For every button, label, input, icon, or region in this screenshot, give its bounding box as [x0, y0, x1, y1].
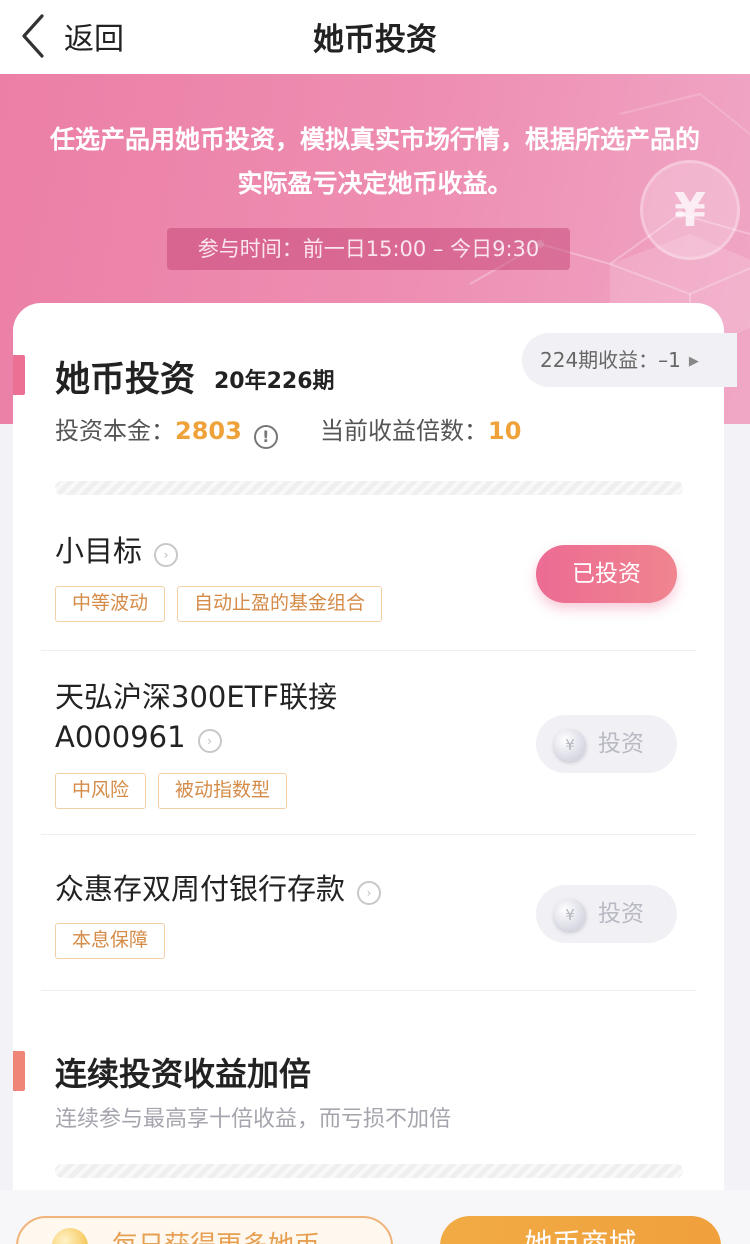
participation-time: 参与时间：前一日15:00 – 今日9:30	[167, 228, 570, 270]
section-marker	[13, 1051, 25, 1091]
info-icon[interactable]: !	[253, 425, 278, 449]
coin-icon	[52, 1228, 88, 1244]
product-name-row: 天弘沪深300ETF联接 A000961 ›	[55, 677, 337, 757]
investment-card: 她币投资 20年226期 224期收益：–1 ▶ 投资本金：2803! 当前收益倍…	[13, 303, 737, 1244]
product-item: 小目标 › 中等波动 自动止盈的基金组合 已投资	[41, 509, 696, 651]
product-name: 众惠存双周付银行存款	[55, 872, 346, 906]
earn-more-button[interactable]: 每日获得更多她币	[16, 1216, 393, 1244]
coin-mall-button[interactable]: 她币商城	[440, 1216, 721, 1244]
invest-button-label: 投资	[598, 901, 644, 927]
tag-type: 被动指数型	[158, 773, 288, 809]
product-name: 小目标	[55, 534, 143, 568]
divider-stripe	[55, 481, 683, 495]
product-item: 众惠存双周付银行存款 › 本息保障 ¥ 投资	[41, 835, 696, 991]
double-earnings-title: 连续投资收益加倍	[55, 1055, 312, 1093]
multiplier-stat: 当前收益倍数：10	[320, 411, 521, 446]
chevron-right-icon[interactable]: ›	[154, 543, 179, 567]
product-name-row: 小目标 ›	[55, 531, 179, 571]
product-tags: 本息保障	[55, 923, 166, 959]
product-name-row: 众惠存双周付银行存款 ›	[55, 869, 382, 909]
chevron-right-icon[interactable]: ›	[197, 729, 222, 753]
double-earnings-subtitle: 连续参与最高享十倍收益，而亏损不加倍	[55, 1107, 452, 1132]
yuan-coin-icon: ¥	[554, 729, 586, 761]
period-label: 20年226期	[214, 369, 335, 394]
multiplier-label: 当前收益倍数：	[320, 417, 488, 445]
yuan-coin-icon: ¥	[554, 899, 586, 931]
product-tags: 中风险 被动指数型	[55, 773, 288, 809]
product-tags: 中等波动 自动止盈的基金组合	[55, 586, 383, 622]
product-name-line1: 天弘沪深300ETF联接	[55, 680, 338, 714]
invest-button-label: 投资	[598, 731, 644, 757]
nav-bar: 返回 她币投资	[0, 0, 750, 74]
tag-risk: 中风险	[55, 773, 147, 809]
previous-earnings-label: 224期收益：–1	[540, 348, 681, 372]
chevron-right-icon[interactable]: ›	[357, 881, 382, 905]
multiplier-value: 10	[488, 417, 522, 445]
tag-guarantee: 本息保障	[55, 923, 166, 959]
previous-earnings-link[interactable]: 224期收益：–1 ▶	[522, 333, 737, 387]
page-title: 她币投资	[313, 22, 437, 58]
card-title: 她币投资	[55, 360, 196, 400]
product-name-line2: A000961	[55, 720, 186, 754]
principal-stat: 投资本金：2803!	[55, 411, 278, 449]
invested-button[interactable]: 已投资	[536, 545, 677, 603]
principal-value: 2803	[175, 417, 242, 445]
triangle-right-icon: ▶	[688, 354, 699, 369]
bottom-bar: 每日获得更多她币 她币商城	[0, 1190, 750, 1244]
tag-volatility: 中等波动	[55, 586, 166, 622]
section-marker	[13, 355, 25, 395]
invest-button[interactable]: ¥ 投资	[536, 885, 677, 943]
product-item: 天弘沪深300ETF联接 A000961 › 中风险 被动指数型 ¥ 投资	[41, 651, 696, 835]
banner-description: 任选产品用她币投资，模拟真实市场行情，根据所选产品的实际盈亏决定她币收益。	[49, 125, 700, 198]
principal-label: 投资本金：	[55, 417, 175, 445]
earn-more-label: 每日获得更多她币	[112, 1231, 320, 1244]
divider-stripe	[55, 1164, 683, 1178]
invest-button[interactable]: ¥ 投资	[536, 715, 677, 773]
tag-type: 自动止盈的基金组合	[177, 586, 383, 622]
